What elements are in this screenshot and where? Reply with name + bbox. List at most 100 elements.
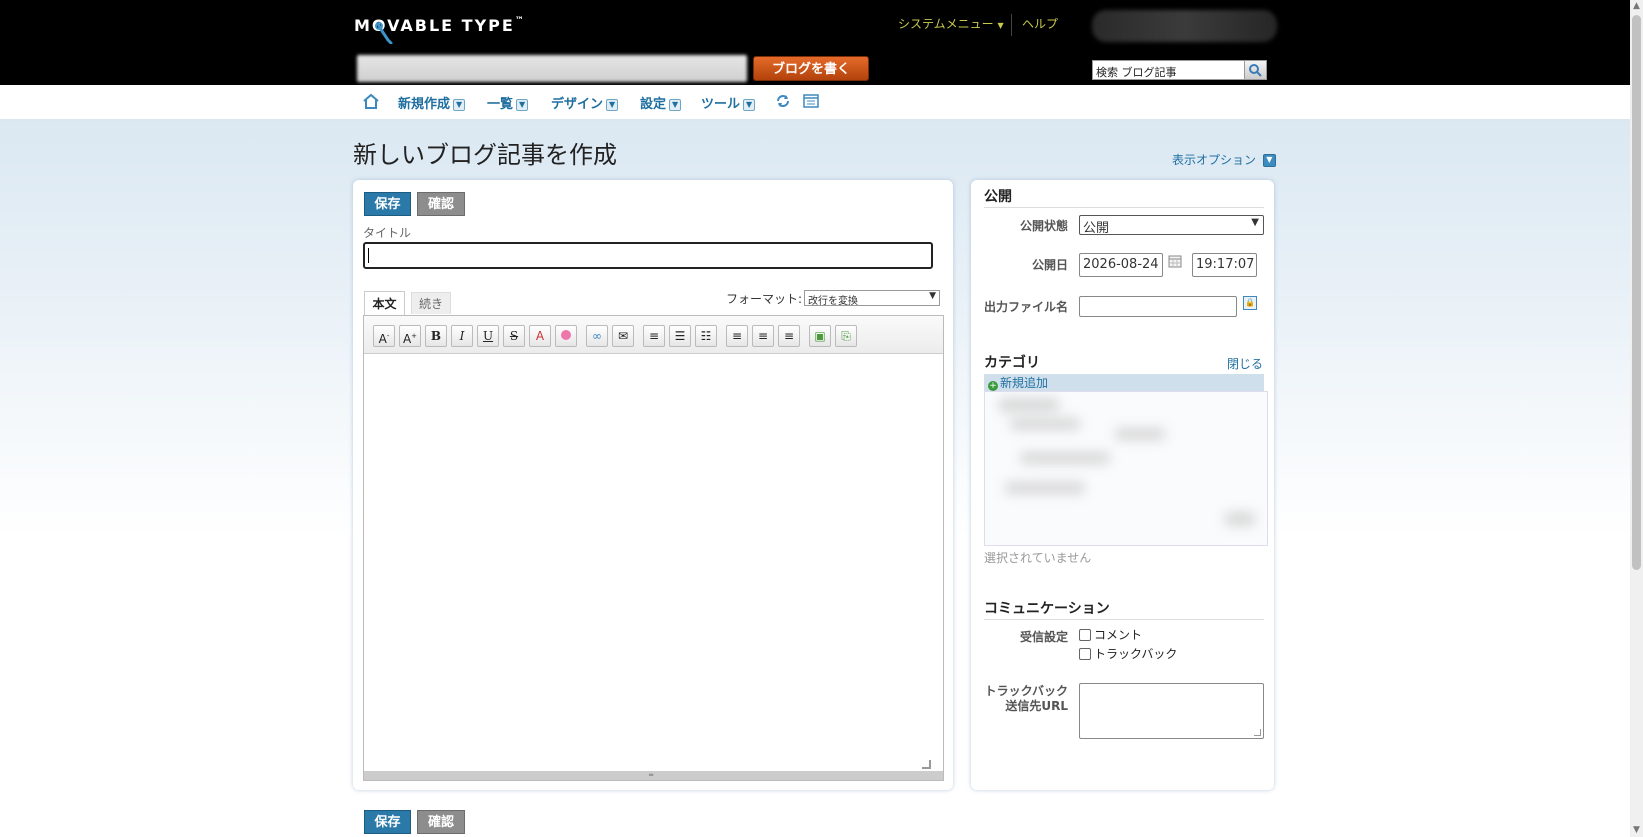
publish-section-title: 公開 — [984, 189, 1012, 205]
display-options-link[interactable]: 表示オプション ▼ — [1172, 151, 1276, 168]
nav-item-settings[interactable]: 設定 ▼ — [640, 93, 682, 112]
main-nav: 新規作成 ▼ 一覧 ▼ デザイン ▼ 設定 ▼ ツール ▼ — [0, 85, 1630, 119]
nav-item-tools[interactable]: ツール ▼ — [701, 93, 756, 112]
background-color-icon[interactable] — [555, 325, 577, 347]
top-header: MOVABLE TYPE™ システムメニュー ▼ ヘルプ ブログを書く 検索 ブ… — [0, 0, 1630, 85]
blog-selector[interactable] — [357, 55, 747, 82]
bold-icon[interactable]: B — [425, 325, 447, 347]
status-select[interactable]: 公開 ▼ — [1079, 215, 1264, 236]
refresh-icon[interactable] — [775, 93, 791, 109]
editor-resize-handle[interactable]: ═ — [364, 771, 943, 780]
numbered-list-icon[interactable]: ☷ — [695, 325, 717, 347]
font-size-down-icon[interactable]: A- — [373, 325, 395, 347]
trackback-url-label-line1: トラックバック — [984, 684, 1068, 698]
add-category-link[interactable]: + 新規追加 — [984, 374, 1264, 391]
communication-section-title: コミュニケーション — [984, 601, 1110, 617]
email-link-icon[interactable]: ✉ — [612, 325, 634, 347]
nav-item-create[interactable]: 新規作成 ▼ — [398, 93, 466, 112]
text-color-icon[interactable]: A — [529, 325, 551, 347]
user-menu[interactable] — [1092, 10, 1277, 42]
publish-time-input[interactable]: 19:17:07 — [1192, 253, 1257, 277]
resize-grip-icon[interactable] — [1254, 729, 1261, 736]
nav-label: 一覧 — [487, 97, 514, 112]
align-left-icon[interactable]: ≡ — [726, 325, 748, 347]
search-field[interactable]: 検索 ブログ記事 — [1092, 60, 1267, 80]
category-list[interactable] — [984, 391, 1268, 546]
search-input-text: 検索 ブログ記事 — [1096, 66, 1177, 79]
comment-checkbox-row[interactable]: コメント — [1079, 626, 1142, 643]
page-scrollbar[interactable]: ▲ ▼ — [1630, 0, 1643, 837]
preview-button[interactable]: 確認 — [417, 192, 465, 216]
comment-label: コメント — [1094, 628, 1143, 642]
accept-label: 受信設定 — [1019, 630, 1068, 644]
divider — [984, 619, 1264, 620]
save-button[interactable]: 保存 — [364, 192, 411, 216]
display-options-label: 表示オプション — [1172, 153, 1257, 167]
plus-icon: + — [988, 381, 998, 391]
scrollbar-thumb[interactable] — [1632, 15, 1641, 570]
nav-item-list[interactable]: 一覧 ▼ — [487, 93, 529, 112]
publish-date-label: 公開日 — [1031, 258, 1068, 272]
trackback-url-textarea[interactable] — [1079, 683, 1264, 739]
insert-image-icon[interactable]: ▣ — [809, 325, 831, 347]
chevron-down-icon: ▼ — [743, 98, 756, 111]
resize-grip-icon[interactable] — [922, 760, 931, 769]
nav-label: 新規作成 — [398, 97, 451, 112]
chevron-down-icon: ▼ — [1251, 217, 1259, 228]
view-site-icon[interactable] — [803, 94, 819, 108]
bullet-list-icon[interactable]: ☰ — [669, 325, 691, 347]
format-value: 改行を変換 — [808, 296, 858, 307]
text-caret — [368, 248, 369, 263]
lock-icon[interactable]: 🔒 — [1243, 296, 1257, 310]
font-size-up-icon[interactable]: A+ — [399, 325, 421, 347]
chevron-down-icon: ▼ — [516, 98, 529, 111]
filename-label: 出力ファイル名 — [984, 300, 1069, 314]
trackback-checkbox-row[interactable]: トラックバック — [1079, 645, 1177, 662]
format-label: フォーマット: — [726, 292, 803, 306]
chevron-down-icon: ▼ — [453, 98, 466, 111]
scroll-up-icon[interactable]: ▲ — [1630, 0, 1643, 13]
indent-icon[interactable]: ≡ — [643, 325, 665, 347]
save-button-bottom[interactable]: 保存 — [364, 810, 411, 834]
tab-more[interactable]: 続き — [411, 292, 451, 314]
chevron-down-icon: ▼ — [997, 21, 1004, 30]
help-link[interactable]: ヘルプ — [1022, 15, 1058, 32]
align-right-icon[interactable]: ≡ — [778, 325, 800, 347]
nav-label: 設定 — [640, 97, 667, 112]
category-item[interactable] — [999, 398, 1059, 412]
category-item[interactable] — [1225, 512, 1255, 526]
category-item[interactable] — [1010, 418, 1080, 430]
drag-handle-icon: ═ — [649, 771, 654, 779]
nav-item-design[interactable]: デザイン ▼ — [551, 93, 619, 112]
category-item[interactable] — [1020, 452, 1110, 464]
write-entry-button[interactable]: ブログを書く — [753, 56, 869, 81]
strikethrough-icon[interactable]: S — [503, 325, 525, 347]
underline-icon[interactable]: U — [477, 325, 499, 347]
tab-body[interactable]: 本文 — [364, 291, 405, 315]
search-button[interactable] — [1244, 61, 1266, 79]
category-close-link[interactable]: 閉じる — [1227, 355, 1263, 372]
movable-type-logo[interactable]: MOVABLE TYPE™ — [354, 16, 526, 44]
calendar-icon[interactable] — [1168, 254, 1182, 268]
home-icon[interactable] — [362, 93, 380, 109]
category-section-title: カテゴリ — [984, 355, 1040, 371]
filename-input[interactable] — [1079, 296, 1237, 317]
align-center-icon[interactable]: ≡ — [752, 325, 774, 347]
trackback-checkbox[interactable] — [1079, 648, 1091, 660]
comment-checkbox[interactable] — [1079, 629, 1091, 641]
system-menu-label: システムメニュー — [898, 17, 994, 31]
italic-icon[interactable]: I — [451, 325, 473, 347]
publish-date-input[interactable]: 2026-08-24 — [1079, 253, 1163, 277]
nav-label: デザイン — [551, 97, 604, 112]
category-none-selected: 選択されていません — [984, 551, 1092, 565]
system-menu-link[interactable]: システムメニュー ▼ — [898, 15, 1004, 32]
preview-button-bottom[interactable]: 確認 — [417, 810, 465, 834]
link-icon[interactable]: ∞ — [586, 325, 608, 347]
rich-text-editor[interactable]: A- A+ B I U S A ∞ ✉ ≡ ☰ ☷ ≡ ≡ ≡ ▣ ⎘ ═ — [363, 315, 944, 781]
title-input[interactable] — [363, 242, 933, 269]
category-item[interactable] — [1115, 428, 1165, 440]
insert-file-icon[interactable]: ⎘ — [835, 325, 857, 347]
format-select[interactable]: 改行を変換 ▼ — [804, 290, 940, 307]
scroll-down-icon[interactable]: ▼ — [1630, 824, 1643, 837]
category-item[interactable] — [1005, 482, 1085, 494]
